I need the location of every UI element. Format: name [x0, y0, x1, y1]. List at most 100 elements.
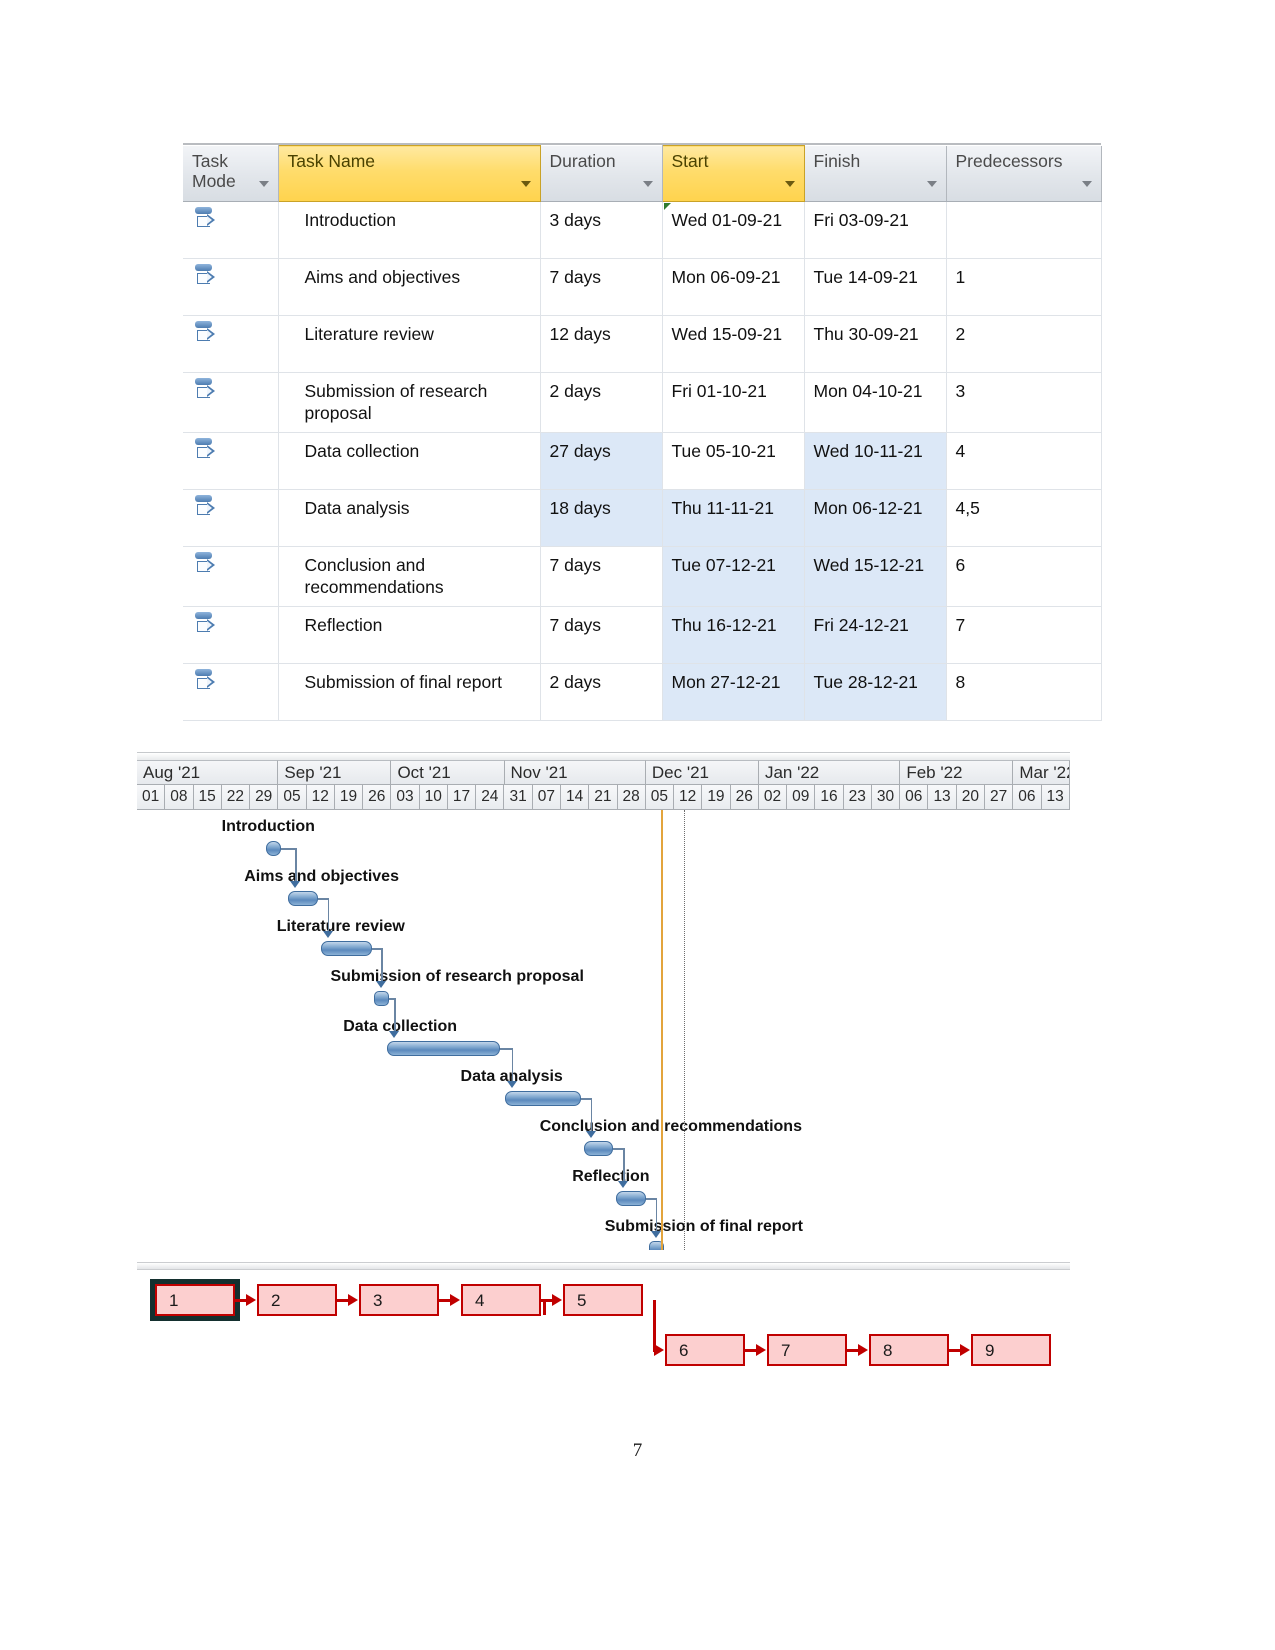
cell-start[interactable]: Mon 27-12-21 — [662, 663, 805, 721]
cell-task-mode[interactable] — [183, 315, 279, 373]
cell-task-mode[interactable] — [183, 489, 279, 547]
cell-start[interactable]: Wed 15-09-21 — [662, 315, 805, 373]
table-row[interactable]: Literature review 12 days Wed 15-09-21 Thu … — [183, 315, 1102, 373]
column-header-predecessors[interactable]: Predecessors — [946, 145, 1102, 202]
chevron-down-icon[interactable] — [520, 181, 531, 187]
column-header-finish[interactable]: Finish — [804, 145, 947, 202]
cell-duration[interactable]: 18 days — [540, 489, 663, 547]
table-row[interactable]: Reflection 7 days Thu 16-12-21 Fri 24-12-21… — [183, 606, 1102, 664]
cell-finish-text: Fri 03-09-21 — [813, 210, 909, 230]
network-node[interactable]: 1 — [155, 1284, 235, 1316]
cell-finish[interactable]: Tue 14-09-21 — [804, 258, 947, 316]
timeline-month-cell: Dec '21 — [645, 760, 759, 785]
cell-finish[interactable]: Wed 15-12-21 — [804, 546, 947, 607]
cell-predecessors[interactable]: 1 — [946, 258, 1102, 316]
chevron-down-icon[interactable] — [1081, 181, 1092, 187]
chevron-down-icon[interactable] — [926, 181, 937, 187]
gantt-bar[interactable] — [616, 1191, 646, 1206]
timeline-day-cell: 28 — [617, 785, 646, 810]
chevron-down-icon[interactable] — [642, 181, 653, 187]
cell-task-mode[interactable] — [183, 201, 279, 259]
cell-duration[interactable]: 7 days — [540, 606, 663, 664]
table-row[interactable]: Aims and objectives 7 days Mon 06-09-21 Tue… — [183, 258, 1102, 316]
network-node[interactable]: 6 — [665, 1334, 745, 1366]
cell-task-mode[interactable] — [183, 606, 279, 664]
network-node[interactable]: 4 — [461, 1284, 541, 1316]
gantt-bar[interactable] — [288, 891, 318, 906]
gantt-link-segment — [295, 848, 297, 882]
network-node[interactable]: 5 — [563, 1284, 643, 1316]
cell-duration[interactable]: 7 days — [540, 258, 663, 316]
cell-duration[interactable]: 3 days — [540, 201, 663, 259]
network-node[interactable]: 8 — [869, 1334, 949, 1366]
timeline-day-cell: 12 — [674, 785, 703, 810]
cell-task-name[interactable]: Introduction — [278, 201, 541, 259]
table-row[interactable]: Data analysis 18 days Thu 11-11-21 Mon 06-1… — [183, 489, 1102, 547]
cell-task-name[interactable]: Conclusion and recommendations — [278, 546, 541, 607]
cell-predecessors[interactable]: 3 — [946, 372, 1102, 433]
cell-duration[interactable]: 7 days — [540, 546, 663, 607]
gantt-link-segment — [317, 898, 328, 900]
cell-predecessors[interactable]: 4 — [946, 432, 1102, 490]
cell-finish[interactable]: Wed 10-11-21 — [804, 432, 947, 490]
column-header-task-mode[interactable]: Task Mode — [183, 145, 279, 202]
cell-start[interactable]: Fri 01-10-21 — [662, 372, 805, 433]
chevron-down-icon[interactable] — [784, 181, 795, 187]
cell-task-name[interactable]: Reflection — [278, 606, 541, 664]
cell-predecessors[interactable]: 4,5 — [946, 489, 1102, 547]
network-node[interactable]: 7 — [767, 1334, 847, 1366]
cell-task-name[interactable]: Data analysis — [278, 489, 541, 547]
column-header-duration[interactable]: Duration — [540, 145, 663, 202]
network-node[interactable]: 3 — [359, 1284, 439, 1316]
cell-task-name[interactable]: Literature review — [278, 315, 541, 373]
manually-scheduled-icon — [195, 207, 217, 231]
cell-start[interactable]: Tue 05-10-21 — [662, 432, 805, 490]
cell-start[interactable]: Thu 16-12-21 — [662, 606, 805, 664]
cell-predecessors[interactable]: 6 — [946, 546, 1102, 607]
cell-task-mode[interactable] — [183, 258, 279, 316]
table-row[interactable]: Submission of research proposal 2 days Fri… — [183, 372, 1102, 433]
gantt-bar[interactable] — [265, 841, 281, 856]
chevron-down-icon[interactable] — [258, 181, 269, 187]
table-row[interactable]: Data collection 27 days Tue 05-10-21 Wed 10… — [183, 432, 1102, 490]
cell-finish[interactable]: Fri 03-09-21 — [804, 201, 947, 259]
cell-task-mode[interactable] — [183, 432, 279, 490]
table-row[interactable]: Submission of final report 2 days Mon 27-1… — [183, 663, 1102, 721]
cell-predecessors[interactable]: 8 — [946, 663, 1102, 721]
cell-task-mode[interactable] — [183, 546, 279, 607]
cell-duration[interactable]: 27 days — [540, 432, 663, 490]
gantt-bar[interactable] — [504, 1091, 581, 1106]
table-row[interactable]: Conclusion and recommendations 7 days Tue … — [183, 546, 1102, 607]
cell-task-mode[interactable] — [183, 663, 279, 721]
gantt-bar[interactable] — [583, 1141, 614, 1156]
cell-task-name[interactable]: Submission of research proposal — [278, 372, 541, 433]
cell-finish[interactable]: Thu 30-09-21 — [804, 315, 947, 373]
cell-start[interactable]: Wed 01-09-21 — [662, 201, 805, 259]
gantt-bar[interactable] — [387, 1041, 501, 1056]
cell-duration[interactable]: 2 days — [540, 663, 663, 721]
gantt-bar[interactable] — [374, 991, 390, 1006]
table-row[interactable]: Introduction 3 days Wed 01-09-21 Fri 03-09-… — [183, 201, 1102, 259]
cell-finish[interactable]: Tue 28-12-21 — [804, 663, 947, 721]
cell-duration[interactable]: 12 days — [540, 315, 663, 373]
cell-task-name[interactable]: Aims and objectives — [278, 258, 541, 316]
network-node[interactable]: 2 — [257, 1284, 337, 1316]
cell-task-name[interactable]: Submission of final report — [278, 663, 541, 721]
cell-start[interactable]: Tue 07-12-21 — [662, 546, 805, 607]
cell-finish[interactable]: Fri 24-12-21 — [804, 606, 947, 664]
gantt-bar[interactable] — [320, 941, 372, 956]
cell-finish[interactable]: Mon 06-12-21 — [804, 489, 947, 547]
column-header-start[interactable]: Start — [661, 145, 805, 202]
network-splitter[interactable] — [137, 1262, 1070, 1270]
network-node[interactable]: 9 — [971, 1334, 1051, 1366]
cell-duration[interactable]: 2 days — [540, 372, 663, 433]
cell-finish[interactable]: Mon 04-10-21 — [804, 372, 947, 433]
cell-start[interactable]: Thu 11-11-21 — [662, 489, 805, 547]
cell-task-mode[interactable] — [183, 372, 279, 433]
cell-predecessors[interactable] — [946, 201, 1102, 259]
cell-predecessors[interactable]: 2 — [946, 315, 1102, 373]
cell-start[interactable]: Mon 06-09-21 — [662, 258, 805, 316]
cell-task-name[interactable]: Data collection — [278, 432, 541, 490]
cell-predecessors[interactable]: 7 — [946, 606, 1102, 664]
column-header-task-name[interactable]: Task Name — [277, 145, 541, 202]
